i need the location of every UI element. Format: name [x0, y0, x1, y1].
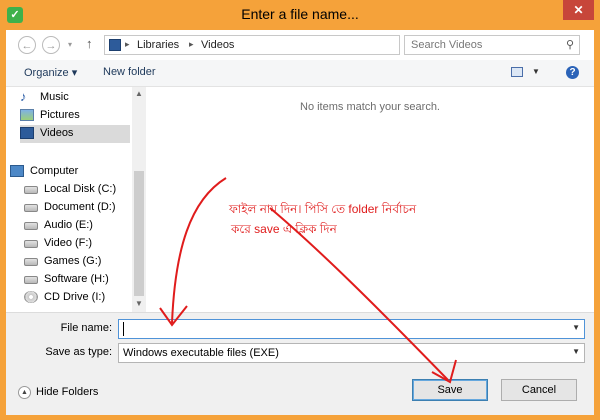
arrow-to-file-name — [171, 177, 227, 324]
dialog-window: ✓ Enter a file name... ✕ ← → ▾ ↑ ▸ Libra… — [0, 0, 600, 420]
handwritten-arrows — [159, 177, 457, 384]
arrow-to-save — [269, 207, 449, 381]
arrow-head-save — [431, 359, 457, 384]
